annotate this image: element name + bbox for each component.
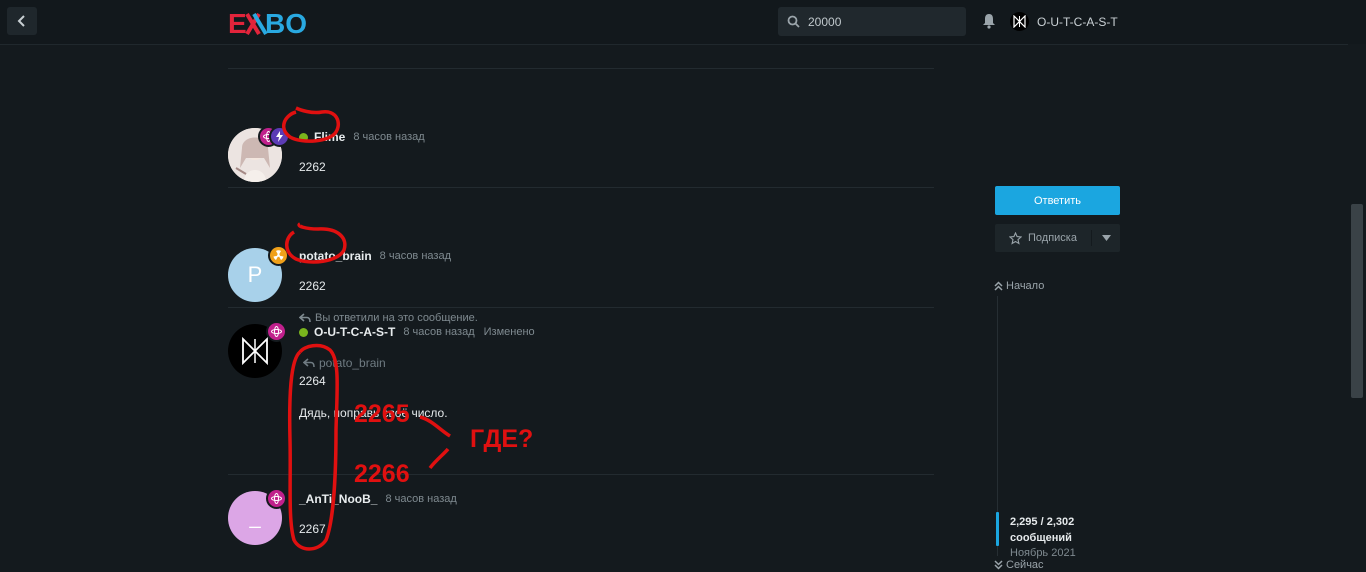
replied-note[interactable]: Вы ответили на это сообщение. bbox=[299, 312, 478, 324]
post-time[interactable]: 8 часов назад bbox=[385, 493, 456, 505]
reply-arrow-icon bbox=[303, 358, 315, 368]
atom-icon bbox=[271, 326, 282, 337]
user-menu[interactable]: O-U-T-C-A-S-T bbox=[1010, 12, 1118, 31]
post-time[interactable]: 8 часов назад bbox=[380, 250, 451, 262]
star-icon bbox=[1009, 231, 1022, 245]
post-message: 2264 bbox=[299, 374, 326, 388]
chevron-left-icon bbox=[17, 15, 25, 27]
scrubber-handle[interactable] bbox=[996, 512, 999, 546]
scrubber-count-numbers: 2,295 / 2,302 bbox=[1010, 516, 1075, 528]
badge-icon bbox=[266, 488, 287, 509]
double-chevron-up-icon bbox=[994, 281, 1003, 291]
post-divider bbox=[228, 474, 934, 475]
replied-note-text: Вы ответили на это сообщение. bbox=[315, 312, 478, 324]
reply-arrow-icon bbox=[299, 313, 311, 323]
scrollbar-thumb[interactable] bbox=[1351, 204, 1363, 398]
exbo-logo[interactable]: E BO bbox=[228, 8, 308, 38]
lightning-icon bbox=[276, 131, 283, 142]
post-message: 2262 bbox=[299, 279, 326, 293]
svg-text:BO: BO bbox=[265, 8, 307, 38]
search-box[interactable] bbox=[778, 7, 966, 36]
button-divider bbox=[1091, 230, 1092, 246]
post-message: 2262 bbox=[299, 160, 326, 174]
post-meta: _AnTi_NooB_ 8 часов назад bbox=[299, 492, 466, 506]
double-chevron-down-icon bbox=[994, 560, 1003, 570]
radiation-icon bbox=[273, 250, 284, 260]
scrubber-date: Ноябрь 2021 bbox=[1010, 547, 1076, 559]
avatar-letter: _ bbox=[249, 506, 261, 529]
scrubber-now[interactable]: Сейчас bbox=[994, 559, 1044, 571]
post-feed: Flime 8 часов назад 2262 P potato_brain … bbox=[228, 44, 934, 572]
post-username[interactable]: Flime bbox=[314, 130, 345, 144]
bowtie-logo-icon bbox=[242, 336, 268, 366]
bell-icon[interactable] bbox=[982, 13, 996, 29]
user-avatar bbox=[1010, 12, 1029, 31]
online-indicator bbox=[299, 327, 308, 337]
search-icon bbox=[787, 15, 800, 28]
scrubber-now-label: Сейчас bbox=[1006, 559, 1044, 571]
post-time[interactable]: 8 часов назад bbox=[403, 326, 474, 338]
annotation-question: ГДЕ? bbox=[470, 425, 534, 453]
scrubber-start-label: Начало bbox=[1006, 280, 1045, 292]
reply-button[interactable]: Ответить bbox=[995, 186, 1120, 215]
top-bar: E BO O-U-T-C-A-S-T bbox=[0, 0, 1366, 45]
post-username[interactable]: potato_brain bbox=[299, 249, 372, 263]
quote-username: potato_brain bbox=[319, 356, 386, 370]
bowtie-logo-icon bbox=[1013, 15, 1026, 28]
avatar-letter: P bbox=[247, 262, 263, 287]
post-username[interactable]: _AnTi_NooB_ bbox=[299, 492, 377, 506]
scrubber-count-label: сообщений bbox=[1010, 532, 1072, 544]
subscribe-button[interactable]: Подписка bbox=[995, 224, 1120, 252]
badge-icon bbox=[266, 321, 287, 342]
scrubber-count: 2,295 / 2,302 сообщений bbox=[1010, 514, 1074, 546]
post-time[interactable]: 8 часов назад bbox=[353, 131, 424, 143]
badge-icon bbox=[269, 126, 290, 147]
quote-reference[interactable]: potato_brain bbox=[303, 356, 386, 370]
annotation-number: 2266 bbox=[354, 460, 410, 488]
badge-icon bbox=[268, 245, 289, 266]
post-meta: potato_brain 8 часов назад bbox=[299, 249, 460, 263]
search-input[interactable] bbox=[806, 13, 950, 30]
post-message: 2267 bbox=[299, 522, 326, 536]
post-meta: Flime 8 часов назад bbox=[299, 130, 434, 144]
post-meta: O-U-T-C-A-S-T 8 часов назад Изменено bbox=[299, 325, 535, 339]
atom-icon bbox=[271, 493, 282, 504]
post-username[interactable]: O-U-T-C-A-S-T bbox=[314, 325, 395, 339]
edited-label[interactable]: Изменено bbox=[484, 326, 535, 338]
caret-down-icon[interactable] bbox=[1102, 235, 1111, 241]
post-divider bbox=[228, 68, 934, 69]
post-divider bbox=[228, 307, 934, 308]
online-indicator bbox=[299, 132, 308, 142]
annotation-number: 2265 bbox=[354, 400, 410, 428]
subscribe-label: Подписка bbox=[1028, 232, 1077, 244]
svg-text:E: E bbox=[228, 8, 247, 38]
header-username: O-U-T-C-A-S-T bbox=[1037, 14, 1118, 29]
post-divider bbox=[228, 187, 934, 188]
scrubber-start[interactable]: Начало bbox=[994, 280, 1044, 292]
back-button[interactable] bbox=[7, 7, 37, 35]
